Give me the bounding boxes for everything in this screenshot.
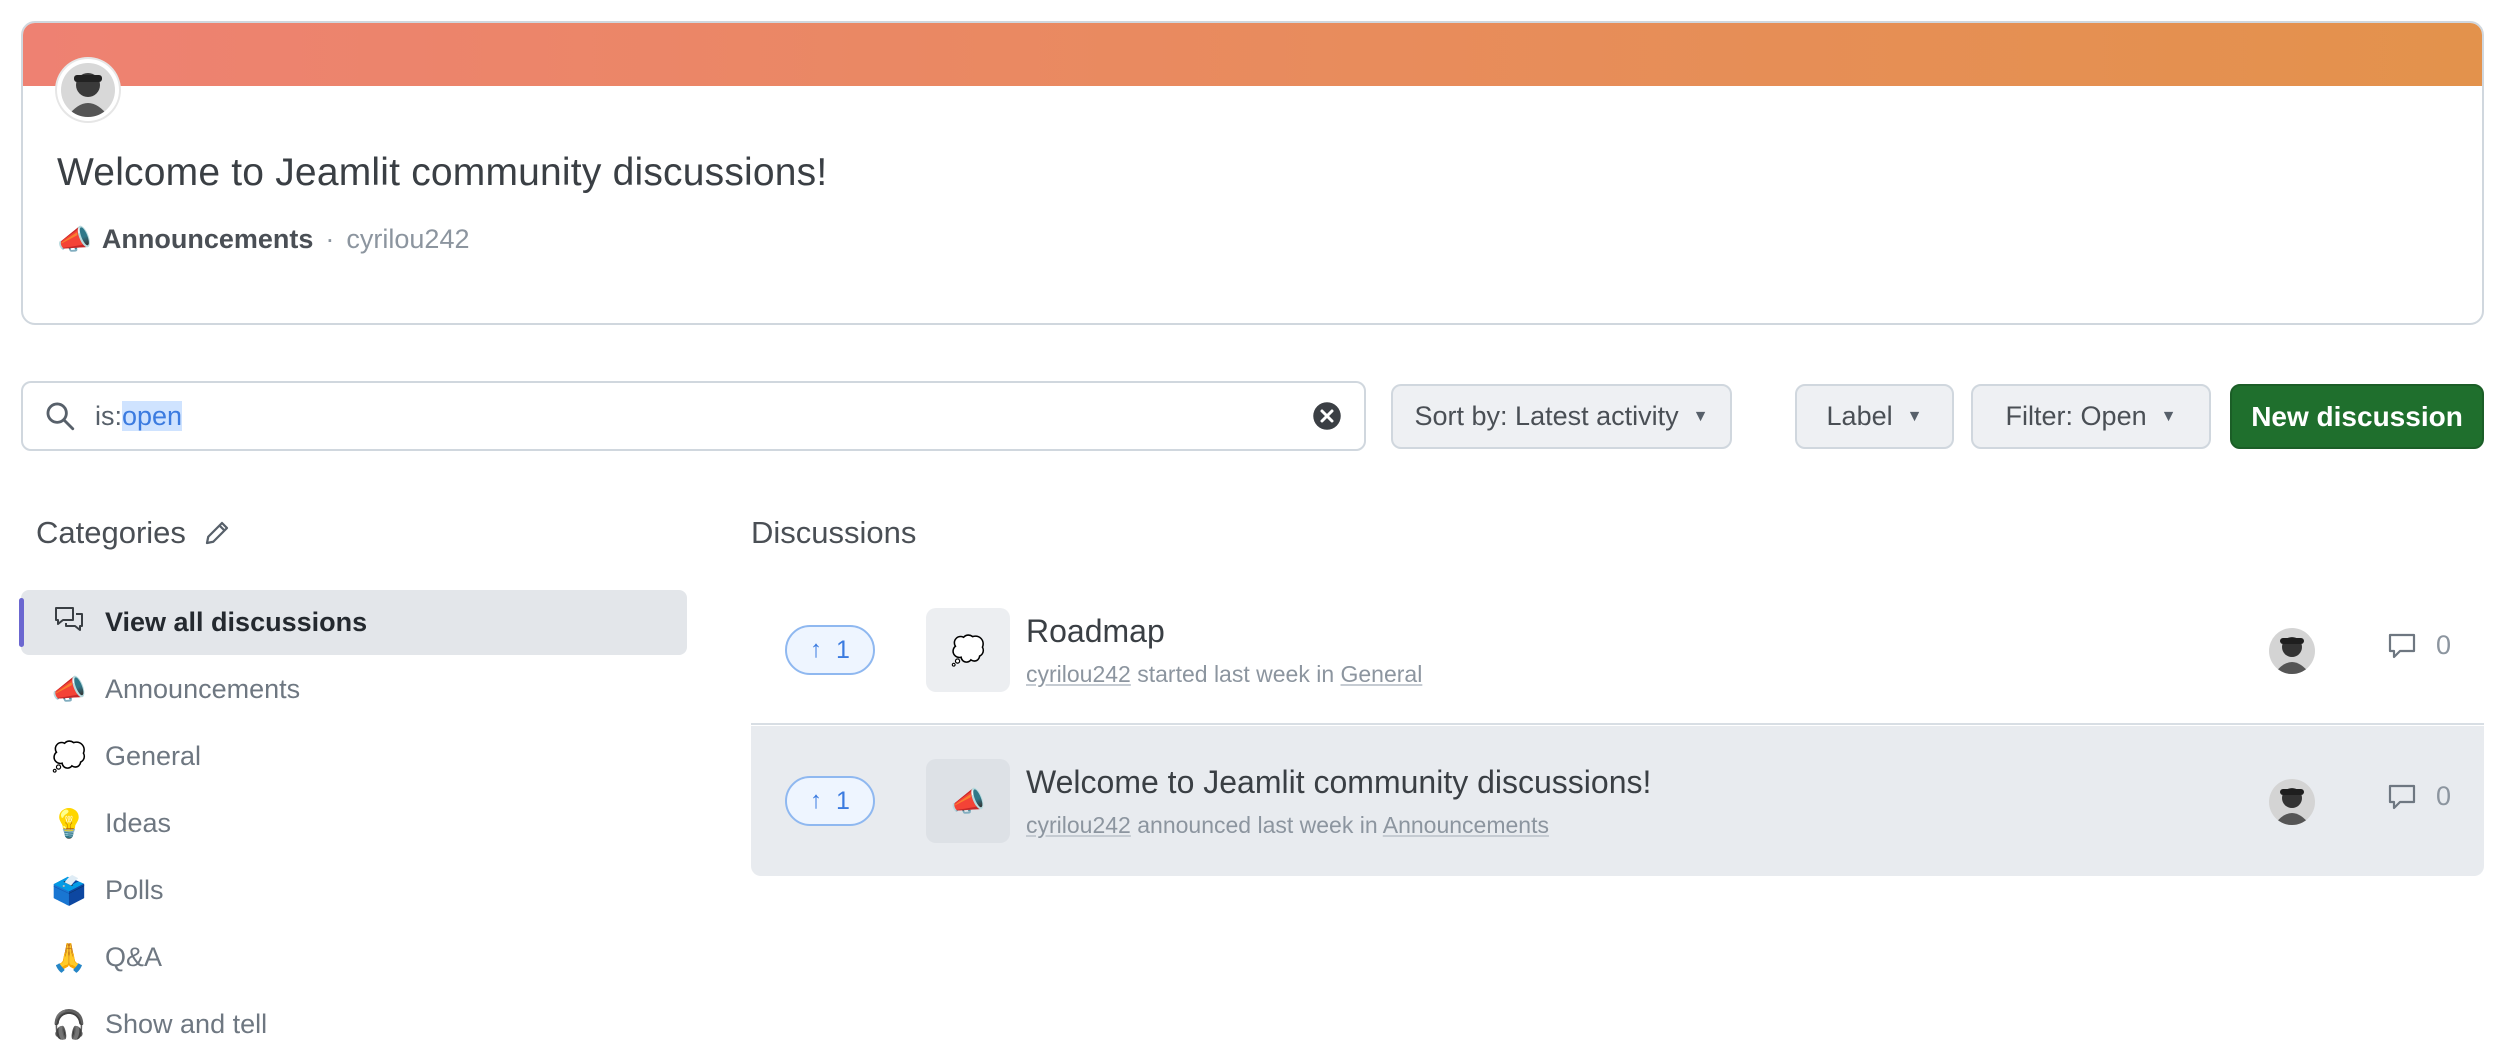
discussion-meta: cyrilou242 started last week in General bbox=[1026, 661, 1422, 688]
avatar-image bbox=[61, 63, 115, 117]
clear-search-icon[interactable] bbox=[1312, 401, 1342, 431]
comment-icon bbox=[2388, 633, 2416, 658]
spotlight-title[interactable]: Welcome to Jeamlit community discussions… bbox=[57, 151, 827, 195]
sidebar-item-label: Announcements bbox=[105, 674, 301, 704]
vote-count: 1 bbox=[836, 635, 850, 664]
new-discussion-button[interactable]: New discussion bbox=[2230, 384, 2484, 449]
category-tile: 💭 bbox=[926, 608, 1010, 692]
chevron-down-icon: ▼ bbox=[1906, 407, 1923, 425]
pencil-icon[interactable] bbox=[202, 518, 232, 548]
discussions-page: Welcome to Jeamlit community discussions… bbox=[0, 0, 2508, 1054]
avatar-image bbox=[2269, 779, 2315, 825]
search-query-selected: open bbox=[122, 400, 183, 431]
sidebar-item-label: Polls bbox=[105, 875, 164, 905]
speech-bubble-icon: 💭 bbox=[950, 634, 986, 666]
megaphone-icon: 📣 bbox=[51, 674, 87, 705]
headphones-icon: 🎧 bbox=[51, 1009, 87, 1040]
sidebar-item-label: Ideas bbox=[105, 808, 172, 838]
discussion-meta: cyrilou242 announced last week in Announ… bbox=[1026, 812, 1549, 839]
arrow-up-icon: ↑ bbox=[810, 636, 823, 663]
megaphone-icon: 📣 bbox=[950, 785, 986, 817]
upvote-button[interactable]: ↑ 1 bbox=[785, 776, 875, 826]
avatar-image bbox=[2269, 628, 2315, 674]
sidebar-item-label: Q&A bbox=[105, 942, 163, 972]
sidebar-item-announcements[interactable]: 📣 Announcements bbox=[21, 657, 687, 722]
sidebar-item-view-all[interactable]: View all discussions bbox=[19, 590, 687, 655]
discussion-row[interactable]: ↑ 1 📣 Welcome to Jeamlit community discu… bbox=[751, 726, 2484, 876]
sidebar-item-label: View all discussions bbox=[105, 607, 368, 637]
comment-icon bbox=[2388, 784, 2416, 809]
filter-dropdown[interactable]: Filter: Open ▼ bbox=[1971, 384, 2211, 449]
discussion-row[interactable]: ↑ 1 💭 Roadmap cyrilou242 started last we… bbox=[751, 575, 2484, 725]
categories-heading-label: Categories bbox=[36, 515, 186, 550]
sidebar-item-label: Show and tell bbox=[105, 1009, 268, 1039]
sidebar-item-qa[interactable]: 🙏 Q&A bbox=[21, 925, 687, 990]
arrow-up-icon: ↑ bbox=[810, 787, 823, 814]
avatar[interactable] bbox=[57, 59, 119, 121]
label-dropdown-label: Label bbox=[1826, 401, 1893, 431]
search-query: is:open bbox=[95, 400, 183, 432]
comment-count-value: 0 bbox=[2436, 630, 2452, 660]
spotlight-meta: 📣 Announcements · cyrilou242 bbox=[57, 223, 469, 256]
discussion-verb: announced last week in bbox=[1130, 812, 1383, 838]
comment-count-value: 0 bbox=[2436, 781, 2452, 811]
sort-dropdown-label: Sort by: Latest activity bbox=[1414, 401, 1679, 431]
meta-separator: · bbox=[325, 224, 335, 254]
discussion-title[interactable]: Roadmap bbox=[1026, 613, 1165, 650]
category-list: View all discussions 📣 Announcements 💭 G… bbox=[19, 590, 687, 1054]
praying-hands-icon: 🙏 bbox=[51, 942, 87, 973]
category-tile: 📣 bbox=[926, 759, 1010, 843]
categories-heading: Categories bbox=[36, 515, 232, 551]
search-icon bbox=[46, 402, 75, 431]
comment-count[interactable]: 0 bbox=[2386, 781, 2451, 812]
sidebar-item-label: General bbox=[105, 741, 202, 771]
chevron-down-icon: ▼ bbox=[2160, 407, 2177, 425]
sidebar-item-general[interactable]: 💭 General bbox=[21, 724, 687, 789]
spotlight-card[interactable]: Welcome to Jeamlit community discussions… bbox=[21, 21, 2484, 325]
ballot-box-icon: 🗳️ bbox=[51, 875, 87, 906]
speech-bubble-icon: 💭 bbox=[51, 741, 87, 772]
filter-dropdown-label: Filter: Open bbox=[2005, 401, 2147, 431]
vote-count: 1 bbox=[836, 786, 850, 815]
discussion-title[interactable]: Welcome to Jeamlit community discussions… bbox=[1026, 764, 1651, 801]
discussion-icon bbox=[51, 605, 87, 640]
comment-count[interactable]: 0 bbox=[2386, 630, 2451, 661]
search-input[interactable]: is:open bbox=[21, 381, 1366, 451]
discussion-author[interactable]: cyrilou242 bbox=[1026, 661, 1131, 687]
sidebar-item-ideas[interactable]: 💡 Ideas bbox=[21, 791, 687, 856]
spotlight-author[interactable]: cyrilou242 bbox=[346, 224, 469, 255]
chevron-down-icon: ▼ bbox=[1692, 407, 1709, 425]
search-query-prefix: is: bbox=[95, 400, 122, 431]
avatar[interactable] bbox=[2269, 628, 2315, 674]
discussion-category[interactable]: Announcements bbox=[1383, 812, 1549, 838]
sort-dropdown[interactable]: Sort by: Latest activity ▼ bbox=[1391, 384, 1732, 449]
lightbulb-icon: 💡 bbox=[51, 808, 87, 839]
label-dropdown[interactable]: Label ▼ bbox=[1795, 384, 1954, 449]
discussions-heading: Discussions bbox=[751, 515, 917, 550]
spotlight-category[interactable]: Announcements bbox=[102, 224, 314, 255]
spotlight-banner bbox=[23, 23, 2482, 86]
discussion-category[interactable]: General bbox=[1341, 661, 1423, 687]
sidebar-item-show-and-tell[interactable]: 🎧 Show and tell bbox=[21, 992, 687, 1054]
upvote-button[interactable]: ↑ 1 bbox=[785, 625, 875, 675]
avatar[interactable] bbox=[2269, 779, 2315, 825]
megaphone-icon: 📣 bbox=[57, 224, 92, 255]
sidebar-item-polls[interactable]: 🗳️ Polls bbox=[21, 858, 687, 923]
discussion-verb: started last week in bbox=[1130, 661, 1341, 687]
discussion-author[interactable]: cyrilou242 bbox=[1026, 812, 1131, 838]
